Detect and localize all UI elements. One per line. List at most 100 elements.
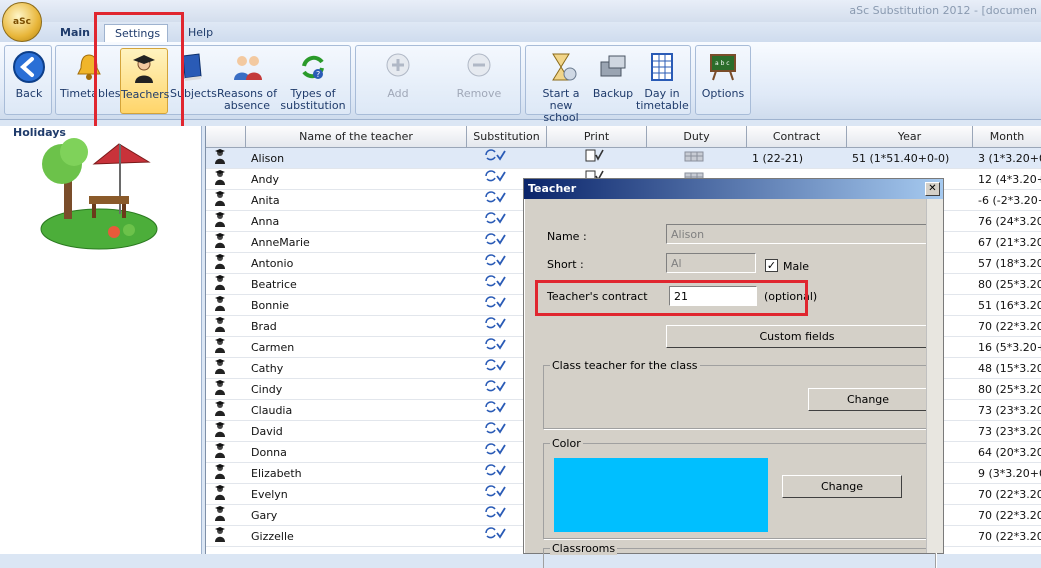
classrooms-group: Classrooms <box>543 542 936 568</box>
start-new-school-year-button[interactable]: Start a new school year <box>530 48 592 136</box>
class-teacher-change-button[interactable]: Change <box>808 388 928 411</box>
app-logo-text: aSc <box>13 17 31 27</box>
substitution-check-icon[interactable] <box>484 232 508 253</box>
substitution-check-icon[interactable] <box>484 484 508 505</box>
substitution-check-icon[interactable] <box>484 526 508 547</box>
short-field[interactable] <box>666 253 756 273</box>
remove-label: Remove <box>456 87 502 100</box>
col-header-icon[interactable] <box>206 126 246 148</box>
custom-fields-button[interactable]: Custom fields <box>666 325 928 348</box>
types-of-substitution-button[interactable]: ? Types of substitution <box>280 48 346 114</box>
teacher-icon <box>214 316 228 337</box>
year-value: 51 (1*51.40+0-0) <box>852 152 950 165</box>
teacher-name: David <box>251 425 283 438</box>
tab-help[interactable]: Help <box>178 24 223 42</box>
substitution-check-icon[interactable] <box>484 337 508 358</box>
teacher-icon <box>214 190 228 211</box>
holidays-label[interactable]: Holidays <box>13 126 66 139</box>
month-value: 48 (15*3.20+ <box>978 362 1041 375</box>
classrooms-legend: Classrooms <box>550 542 618 555</box>
teacher-name: AnneMarie <box>251 236 310 249</box>
back-arrow-icon <box>13 51 45 83</box>
teacher-dialog: Teacher ✕ Name : Short : ✓ Male Teacher'… <box>523 178 944 568</box>
male-checkbox[interactable]: ✓ <box>765 259 778 272</box>
duty-grid-icon[interactable] <box>684 148 708 169</box>
teacher-name: Gary <box>251 509 278 522</box>
month-value: 73 (23*3.20+ <box>978 425 1041 438</box>
teacher-name: Alison <box>251 152 285 165</box>
substitution-check-icon[interactable] <box>484 358 508 379</box>
substitution-check-icon[interactable] <box>484 253 508 274</box>
col-header-print[interactable]: Print <box>547 126 647 148</box>
substitution-cycle-icon: ? <box>302 55 324 79</box>
backup-button[interactable]: Backup <box>592 48 634 114</box>
teachers-highlight-box <box>94 12 184 129</box>
col-header-year[interactable]: Year <box>847 126 973 148</box>
teacher-icon <box>214 505 228 526</box>
teacher-name: Beatrice <box>251 278 297 291</box>
substitution-check-icon[interactable] <box>484 211 508 232</box>
left-panel <box>0 126 202 554</box>
app-logo-button[interactable]: aSc <box>2 2 42 42</box>
name-label: Name : <box>547 230 587 243</box>
substitution-check-icon[interactable] <box>484 463 508 484</box>
col-header-duty[interactable]: Duty <box>647 126 747 148</box>
types-label-2: substitution <box>280 99 346 112</box>
substitution-check-icon[interactable] <box>484 148 508 169</box>
col-header-substitution[interactable]: Substitution <box>467 126 547 148</box>
teacher-icon <box>214 358 228 379</box>
teacher-name: Antonio <box>251 257 294 270</box>
teacher-name: Anna <box>251 215 280 228</box>
teacher-icon <box>214 526 228 547</box>
day-in-timetable-button[interactable]: Day in timetable <box>636 48 689 114</box>
substitution-check-icon[interactable] <box>484 400 508 421</box>
color-change-button[interactable]: Change <box>782 475 902 498</box>
substitution-check-icon[interactable] <box>484 379 508 400</box>
substitution-check-icon[interactable] <box>484 421 508 442</box>
substitution-check-icon[interactable] <box>484 505 508 526</box>
teacher-name: Cindy <box>251 383 283 396</box>
substitution-check-icon[interactable] <box>484 274 508 295</box>
name-field[interactable] <box>666 224 928 244</box>
col-header-name[interactable]: Name of the teacher <box>246 126 467 148</box>
color-swatch[interactable] <box>554 458 768 532</box>
teacher-icon <box>214 400 228 421</box>
teacher-name: Anita <box>251 194 280 207</box>
substitution-check-icon[interactable] <box>484 316 508 337</box>
month-value: 9 (3*3.20+0- <box>978 467 1041 480</box>
add-button[interactable]: Add <box>370 48 426 114</box>
col-header-month[interactable]: Month <box>973 126 1041 148</box>
col-header-contract[interactable]: Contract <box>747 126 847 148</box>
backup-label: Backup <box>592 87 634 100</box>
table-row[interactable]: Alison 1 (22-21) 51 (1*51.40+0-0) 3 (1*3.20… <box>206 148 1041 169</box>
reasons-of-absence-button[interactable]: Reasons of absence <box>216 48 278 114</box>
teacher-name: Carmen <box>251 341 295 354</box>
teacher-icon <box>214 379 228 400</box>
month-value: 64 (20*3.20+ <box>978 446 1041 459</box>
ribbon-group-navigation: Back <box>4 45 52 115</box>
substitution-check-icon[interactable] <box>484 169 508 190</box>
print-check-icon[interactable] <box>584 148 608 169</box>
remove-button[interactable]: Remove <box>448 48 510 114</box>
options-button[interactable]: a b c Options <box>699 48 747 114</box>
teacher-icon <box>214 442 228 463</box>
teacher-name: Brad <box>251 320 277 333</box>
substitution-check-icon[interactable] <box>484 442 508 463</box>
teacher-name: Donna <box>251 446 287 459</box>
month-value: 12 (4*3.20+0 <box>978 173 1041 186</box>
class-teacher-group: Class teacher for the class Change <box>543 359 936 429</box>
window-title: aSc Substitution 2012 - [documen <box>849 4 1037 17</box>
back-button[interactable]: Back <box>7 48 51 114</box>
tab-main[interactable]: Main <box>50 24 100 42</box>
substitution-check-icon[interactable] <box>484 190 508 211</box>
teacher-icon <box>214 253 228 274</box>
minus-icon <box>467 53 491 77</box>
close-icon[interactable]: ✕ <box>925 182 940 196</box>
dialog-scrollbar[interactable] <box>926 199 943 553</box>
teacher-icon <box>214 295 228 316</box>
teacher-name: Claudia <box>251 404 293 417</box>
substitution-check-icon[interactable] <box>484 295 508 316</box>
month-value: 80 (25*3.20+ <box>978 278 1041 291</box>
day-label-2: timetable <box>636 99 689 112</box>
teacher-icon <box>214 211 228 232</box>
